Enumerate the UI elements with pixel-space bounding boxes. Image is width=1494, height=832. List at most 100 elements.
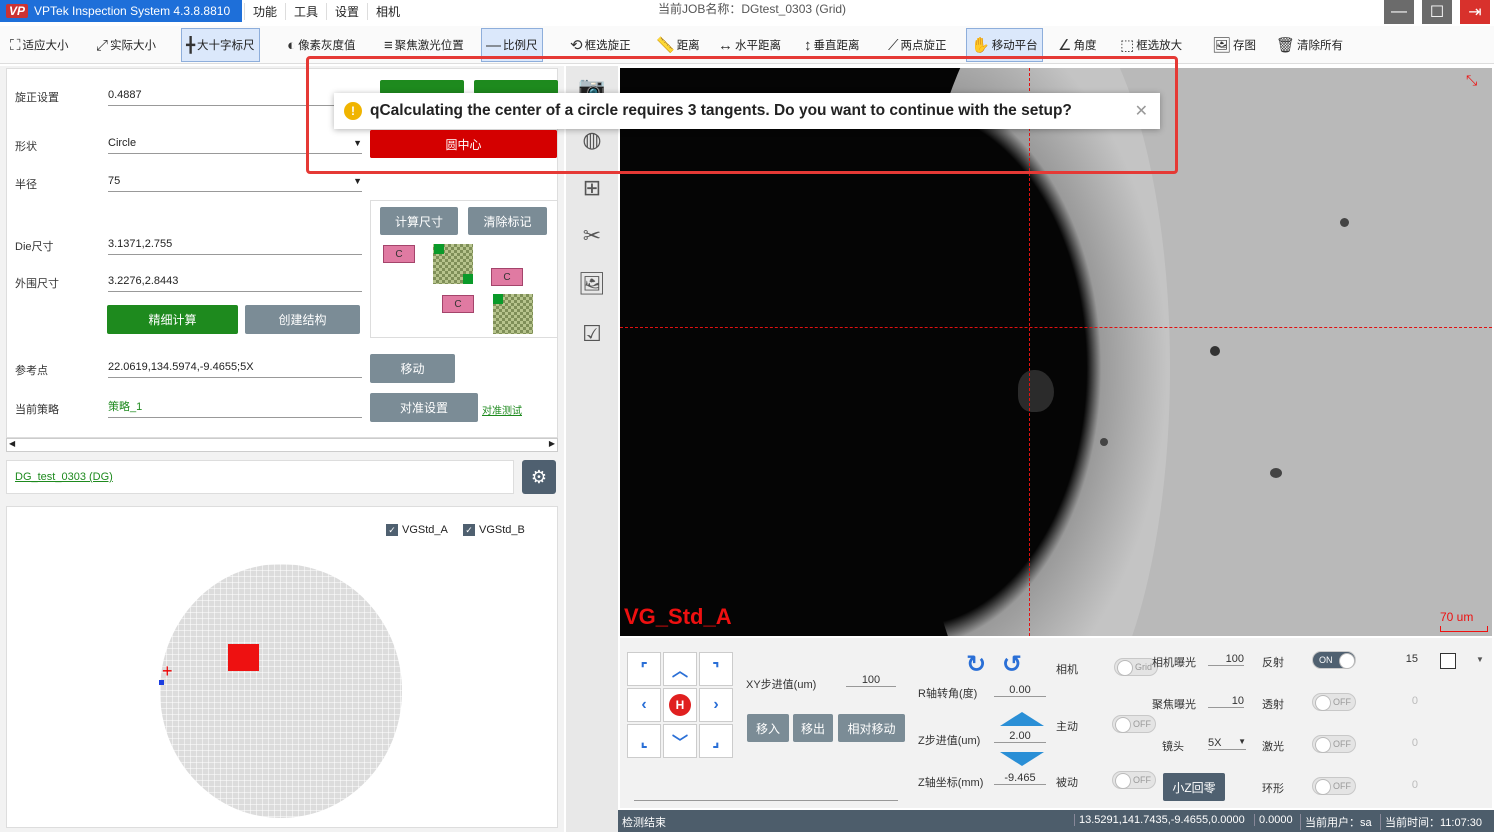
close-icon[interactable]: ✕ bbox=[1135, 101, 1148, 121]
move-right-button[interactable]: › bbox=[699, 688, 733, 722]
horizontal-scrollbar[interactable]: ◀ ▶ bbox=[6, 438, 558, 452]
passive-toggle[interactable]: OFF bbox=[1112, 771, 1156, 789]
radius-select[interactable]: 75 ▼ bbox=[108, 172, 362, 192]
fine-calc-button[interactable]: 精细计算 bbox=[107, 305, 238, 334]
defect-spot bbox=[1210, 346, 1220, 356]
two-point-rotate-icon: ⟋ bbox=[888, 36, 899, 54]
image-gallery-icon[interactable]: 🖼 bbox=[576, 268, 608, 300]
tool-fit-size[interactable]: ⛶ 适应大小 bbox=[6, 28, 73, 62]
camera-exposure-input[interactable]: 100 bbox=[1208, 653, 1244, 666]
z-coord-label: Z轴坐标(mm) bbox=[918, 777, 984, 789]
focus-exposure-input[interactable]: 10 bbox=[1208, 695, 1244, 708]
wafer-origin-marker-icon: + bbox=[162, 661, 173, 681]
selected-die[interactable] bbox=[228, 644, 259, 671]
reflect-toggle[interactable]: ON bbox=[1312, 651, 1356, 669]
scroll-left-icon[interactable]: ◀ bbox=[9, 439, 15, 448]
clear-mark-button[interactable]: 清除标记 bbox=[468, 207, 547, 235]
checklist-icon[interactable]: ☑ bbox=[576, 318, 608, 350]
move-in-button[interactable]: 移入 bbox=[747, 714, 789, 742]
zoom-select-icon: ⬚ bbox=[1120, 37, 1135, 54]
lens-select[interactable]: 5X ▼ bbox=[1208, 737, 1246, 750]
reflect-color-box[interactable] bbox=[1440, 653, 1456, 669]
chevron-right-icon: › bbox=[713, 696, 719, 713]
tool-clear-all[interactable]: 🗑 清除所有 bbox=[1272, 28, 1347, 62]
wafer-map[interactable] bbox=[160, 564, 402, 818]
camera-label: 相机 bbox=[1056, 664, 1078, 676]
scale-label: 70 um bbox=[1440, 610, 1474, 624]
move-down-right-button[interactable]: ⌟ bbox=[699, 724, 733, 758]
move-down-left-button[interactable]: ⌞ bbox=[627, 724, 661, 758]
move-button[interactable]: 移动 bbox=[370, 354, 455, 383]
current-user: 当前用户：sa bbox=[1300, 814, 1372, 830]
exit-button[interactable]: ⇥ bbox=[1460, 0, 1490, 24]
circle-center-button-overlay[interactable]: 圆中心 bbox=[370, 130, 557, 158]
menu-tools[interactable]: 工具 bbox=[285, 2, 326, 20]
checkbox-checked-icon[interactable]: ✓ bbox=[386, 524, 398, 536]
z-coord-value: -9.465 bbox=[994, 772, 1046, 785]
align-test-link[interactable]: 对准测试 bbox=[482, 402, 522, 417]
laser-toggle[interactable]: OFF bbox=[1312, 735, 1356, 753]
r-axis-input[interactable]: 0.00 bbox=[994, 684, 1046, 697]
strategy-link[interactable]: 策略_1 bbox=[108, 398, 362, 418]
create-structure-button[interactable]: 创建结构 bbox=[245, 305, 360, 334]
move-down-button[interactable]: ﹀ bbox=[663, 724, 697, 758]
active-toggle[interactable]: OFF bbox=[1112, 715, 1156, 733]
transmit-toggle[interactable]: OFF bbox=[1312, 693, 1356, 711]
die-size-input[interactable]: 3.1371,2.755 bbox=[108, 235, 362, 255]
menu-function[interactable]: 功能 bbox=[244, 2, 285, 20]
move-up-button[interactable]: ︿ bbox=[663, 652, 697, 686]
move-left-button[interactable]: ‹ bbox=[627, 688, 661, 722]
tool-actual-size[interactable]: ⤢ 实际大小 bbox=[92, 28, 160, 62]
refresh-settings-button[interactable]: ⚙ bbox=[522, 460, 556, 494]
fit-size-icon: ⛶ bbox=[10, 36, 21, 54]
relative-move-button[interactable]: 相对移动 bbox=[838, 714, 905, 742]
reflect-value[interactable]: 15 bbox=[1370, 653, 1418, 665]
expand-icon[interactable]: ⤡ bbox=[1466, 72, 1477, 89]
z-step-label: Z步进值(um) bbox=[918, 735, 981, 747]
tools-icon[interactable]: ✂ bbox=[576, 220, 608, 252]
menu-settings[interactable]: 设置 bbox=[326, 2, 367, 20]
menu-camera[interactable]: 相机 bbox=[367, 2, 408, 20]
rotate-ccw-icon: ↻ bbox=[966, 651, 987, 678]
maximize-button[interactable]: ☐ bbox=[1422, 0, 1452, 24]
field-label-radius: 半径 bbox=[15, 179, 37, 191]
outer-size-input[interactable]: 3.2276,2.8443 bbox=[108, 272, 362, 292]
legend-vgstd-b[interactable]: ✓ VGStd_B bbox=[463, 524, 525, 536]
rotate-ccw-button[interactable]: ↻ bbox=[966, 650, 986, 679]
legend-vgstd-a[interactable]: ✓ VGStd_A bbox=[386, 524, 448, 536]
grid-settings-icon[interactable]: ⊞ bbox=[576, 172, 608, 204]
small-z-home-button[interactable]: 小Z回零 bbox=[1163, 773, 1225, 801]
rotate-cw-button[interactable]: ↺ bbox=[1002, 650, 1022, 679]
current-time: 当前时间：11:07:30 bbox=[1380, 814, 1482, 830]
tool-save-image[interactable]: 🖼 存图 bbox=[1208, 28, 1260, 62]
xy-step-input[interactable]: 100 bbox=[846, 674, 896, 687]
minimize-button[interactable]: — bbox=[1384, 0, 1414, 24]
z-down-button[interactable] bbox=[1000, 752, 1044, 766]
xy-step-label: XY步进值(um) bbox=[746, 679, 817, 691]
ref-point-input[interactable]: 22.0619,134.5974,-9.4655;5X bbox=[108, 358, 362, 378]
ring-value[interactable]: 0 bbox=[1370, 779, 1418, 791]
move-out-button[interactable]: 移出 bbox=[793, 714, 833, 742]
tool-crosshair[interactable]: ╋ 大十字标尺 bbox=[181, 28, 260, 62]
job-link[interactable]: DG_test_0303 (DG) bbox=[15, 471, 113, 483]
defect-spot bbox=[1340, 218, 1349, 227]
move-up-left-button[interactable]: ⌜ bbox=[627, 652, 661, 686]
ring-toggle[interactable]: OFF bbox=[1312, 777, 1356, 795]
align-settings-button[interactable]: 对准设置 bbox=[370, 393, 478, 422]
rotate-cw-icon: ↺ bbox=[1002, 651, 1023, 678]
chevron-left-icon: ‹ bbox=[641, 696, 647, 713]
wafer-notch-marker bbox=[159, 680, 164, 685]
z-step-input[interactable]: 2.00 bbox=[994, 730, 1046, 743]
home-button[interactable]: H bbox=[663, 688, 697, 722]
move-up-right-button[interactable]: ⌝ bbox=[699, 652, 733, 686]
tool-label: 大十字标尺 bbox=[197, 40, 255, 52]
chevron-down-icon[interactable]: ▼ bbox=[1476, 655, 1484, 664]
tool-label: 存图 bbox=[1233, 40, 1257, 52]
calc-size-button[interactable]: 计算尺寸 bbox=[380, 207, 458, 235]
transmit-value[interactable]: 0 bbox=[1370, 695, 1418, 707]
z-up-button[interactable] bbox=[1000, 712, 1044, 726]
current-job-label: 当前JOB名称：DGtest_0303 (Grid) bbox=[658, 2, 847, 16]
laser-value[interactable]: 0 bbox=[1370, 737, 1418, 749]
scroll-right-icon[interactable]: ▶ bbox=[549, 439, 555, 448]
checkbox-checked-icon[interactable]: ✓ bbox=[463, 524, 475, 536]
